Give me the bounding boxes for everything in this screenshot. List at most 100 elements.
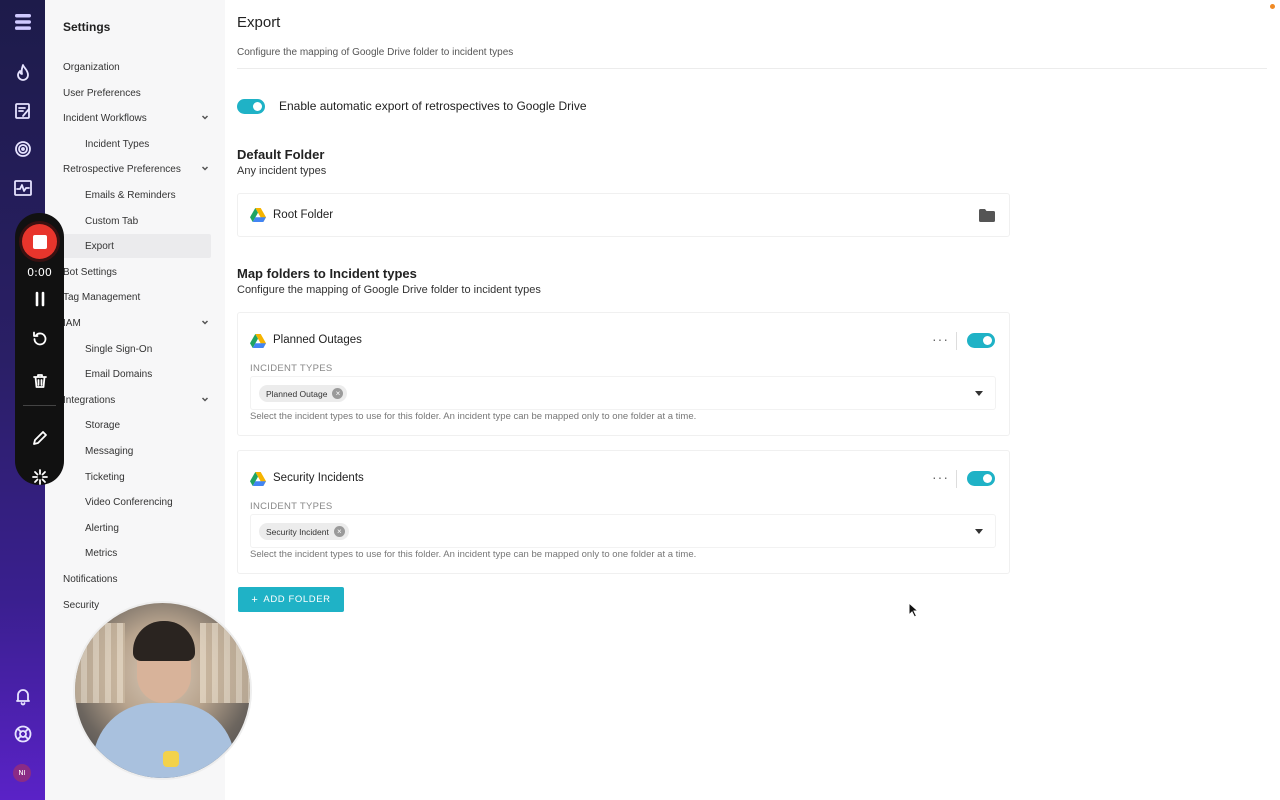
google-drive-icon bbox=[250, 472, 266, 486]
webcam-person-body bbox=[93, 703, 235, 778]
incident-types-select[interactable]: Planned Outage × bbox=[250, 376, 996, 410]
separator bbox=[956, 332, 957, 350]
sidebar-item-bot-settings[interactable]: Bot Settings bbox=[45, 260, 211, 284]
add-folder-label: ADD FOLDER bbox=[263, 594, 331, 605]
user-avatar[interactable]: NI bbox=[13, 764, 31, 782]
activity-icon[interactable] bbox=[12, 177, 34, 199]
chevron-down-icon[interactable] bbox=[975, 391, 983, 396]
pause-button[interactable] bbox=[29, 288, 51, 310]
sidebar-item-label: Messaging bbox=[85, 445, 134, 457]
more-options-icon[interactable]: ··· bbox=[932, 469, 949, 485]
chip-remove-icon[interactable]: × bbox=[332, 388, 344, 399]
add-folder-button[interactable]: + ADD FOLDER bbox=[238, 587, 344, 612]
sidebar-item-label: Bot Settings bbox=[63, 266, 117, 278]
mapping-card: Planned Outages ··· INCIDENT TYPES Plann… bbox=[237, 312, 1010, 436]
bell-icon[interactable] bbox=[12, 685, 34, 707]
sidebar-item-emails-reminders[interactable]: Emails & Reminders bbox=[45, 183, 211, 207]
google-drive-icon bbox=[250, 208, 266, 222]
sidebar-item-iam[interactable]: IAM bbox=[45, 311, 211, 335]
draw-button[interactable] bbox=[29, 427, 51, 449]
chip-label: Planned Outage bbox=[266, 388, 328, 399]
effects-button[interactable] bbox=[29, 466, 51, 488]
main-content: Export Configure the mapping of Google D… bbox=[225, 0, 1280, 800]
chevron-down-icon[interactable] bbox=[201, 113, 209, 121]
chevron-down-icon[interactable] bbox=[975, 529, 983, 534]
enable-export-toggle[interactable] bbox=[237, 99, 265, 114]
map-section-subheading: Configure the mapping of Google Drive fo… bbox=[237, 284, 541, 296]
sidebar-item-label: Notifications bbox=[63, 573, 118, 585]
stop-icon bbox=[32, 234, 47, 249]
pause-icon bbox=[35, 291, 45, 307]
chip-label: Security Incident bbox=[266, 526, 329, 537]
google-drive-icon bbox=[250, 334, 266, 348]
recording-timer: 0:00 bbox=[27, 266, 52, 279]
sidebar-item-retrospective-preferences[interactable]: Retrospective Preferences bbox=[45, 157, 211, 181]
restart-button[interactable] bbox=[29, 328, 51, 350]
edit-doc-icon[interactable] bbox=[12, 100, 34, 122]
sidebar-item-label: Incident Workflows bbox=[63, 112, 147, 124]
sidebar-item-notifications[interactable]: Notifications bbox=[45, 567, 211, 591]
sidebar-item-label: Emails & Reminders bbox=[85, 189, 176, 201]
incident-types-select[interactable]: Security Incident × bbox=[250, 514, 996, 548]
mapping-folder-name: Security Incidents bbox=[273, 472, 364, 484]
sidebar-item-metrics[interactable]: Metrics bbox=[45, 541, 211, 565]
delete-recording-button[interactable] bbox=[29, 370, 51, 392]
mouse-cursor-icon bbox=[908, 602, 920, 618]
mapping-enabled-toggle[interactable] bbox=[967, 471, 995, 486]
target-icon[interactable] bbox=[12, 138, 34, 160]
chevron-down-icon[interactable] bbox=[201, 164, 209, 172]
default-folder-heading: Default Folder bbox=[237, 147, 325, 162]
chevron-down-icon[interactable] bbox=[201, 318, 209, 326]
sidebar-item-label: Single Sign-On bbox=[85, 343, 153, 355]
sidebar-item-label: IAM bbox=[63, 317, 81, 329]
map-section-heading: Map folders to Incident types bbox=[237, 266, 417, 281]
chip-remove-icon[interactable]: × bbox=[333, 526, 345, 537]
incident-types-label: INCIDENT TYPES bbox=[250, 363, 333, 374]
trash-icon bbox=[33, 374, 47, 388]
sidebar-item-label: Video Conferencing bbox=[85, 496, 173, 508]
sidebar-item-incident-types[interactable]: Incident Types bbox=[45, 132, 211, 156]
mapping-enabled-toggle[interactable] bbox=[967, 333, 995, 348]
sidebar-item-messaging[interactable]: Messaging bbox=[45, 439, 211, 463]
webcam-bubble[interactable] bbox=[73, 601, 252, 780]
sidebar-item-label: Email Domains bbox=[85, 368, 153, 380]
sidebar-item-label: Security bbox=[63, 599, 100, 611]
sidebar-item-label: Export bbox=[85, 240, 114, 252]
logo-icon[interactable] bbox=[12, 11, 34, 33]
sidebar-item-email-domains[interactable]: Email Domains bbox=[45, 362, 211, 386]
page-title: Export bbox=[237, 14, 281, 31]
sidebar-item-label: Alerting bbox=[85, 522, 119, 534]
sidebar-item-tag-management[interactable]: Tag Management bbox=[45, 285, 211, 309]
sidebar-item-label: User Preferences bbox=[63, 87, 141, 99]
sidebar-item-alerting[interactable]: Alerting bbox=[45, 516, 211, 540]
sidebar-item-video-conferencing[interactable]: Video Conferencing bbox=[45, 490, 211, 514]
sidebar-item-user-preferences[interactable]: User Preferences bbox=[45, 81, 211, 105]
sidebar-item-single-sign-on[interactable]: Single Sign-On bbox=[45, 337, 211, 361]
sidebar-item-custom-tab[interactable]: Custom Tab bbox=[45, 209, 211, 233]
separator bbox=[956, 470, 957, 488]
more-options-icon[interactable]: ··· bbox=[932, 331, 949, 347]
incident-types-label: INCIDENT TYPES bbox=[250, 501, 333, 512]
sidebar-item-label: Integrations bbox=[63, 394, 116, 406]
default-folder-subheading: Any incident types bbox=[237, 165, 327, 177]
chevron-down-icon[interactable] bbox=[201, 395, 209, 403]
pencil-icon bbox=[33, 431, 47, 445]
sidebar-item-export[interactable]: Export bbox=[45, 234, 211, 258]
fire-icon[interactable] bbox=[12, 62, 34, 84]
stop-recording-button[interactable] bbox=[22, 224, 57, 259]
sidebar-item-organization[interactable]: Organization bbox=[45, 55, 211, 79]
sidebar-item-ticketing[interactable]: Ticketing bbox=[45, 465, 211, 489]
sidebar-item-storage[interactable]: Storage bbox=[45, 413, 211, 437]
enable-export-label: Enable automatic export of retrospective… bbox=[279, 99, 587, 113]
incident-type-chip: Security Incident × bbox=[259, 523, 349, 540]
helper-text: Select the incident types to use for thi… bbox=[250, 549, 697, 560]
default-folder-name: Root Folder bbox=[273, 209, 334, 221]
sidebar-item-label: Custom Tab bbox=[85, 215, 139, 227]
sidebar-item-label: Incident Types bbox=[85, 138, 150, 150]
folder-icon[interactable] bbox=[979, 209, 995, 222]
sidebar-item-integrations[interactable]: Integrations bbox=[45, 388, 211, 412]
sidebar-item-incident-workflows[interactable]: Incident Workflows bbox=[45, 106, 211, 130]
default-folder-card[interactable]: Root Folder bbox=[237, 193, 1010, 237]
help-circle-icon[interactable] bbox=[12, 723, 34, 745]
sidebar-item-label: Storage bbox=[85, 419, 121, 431]
